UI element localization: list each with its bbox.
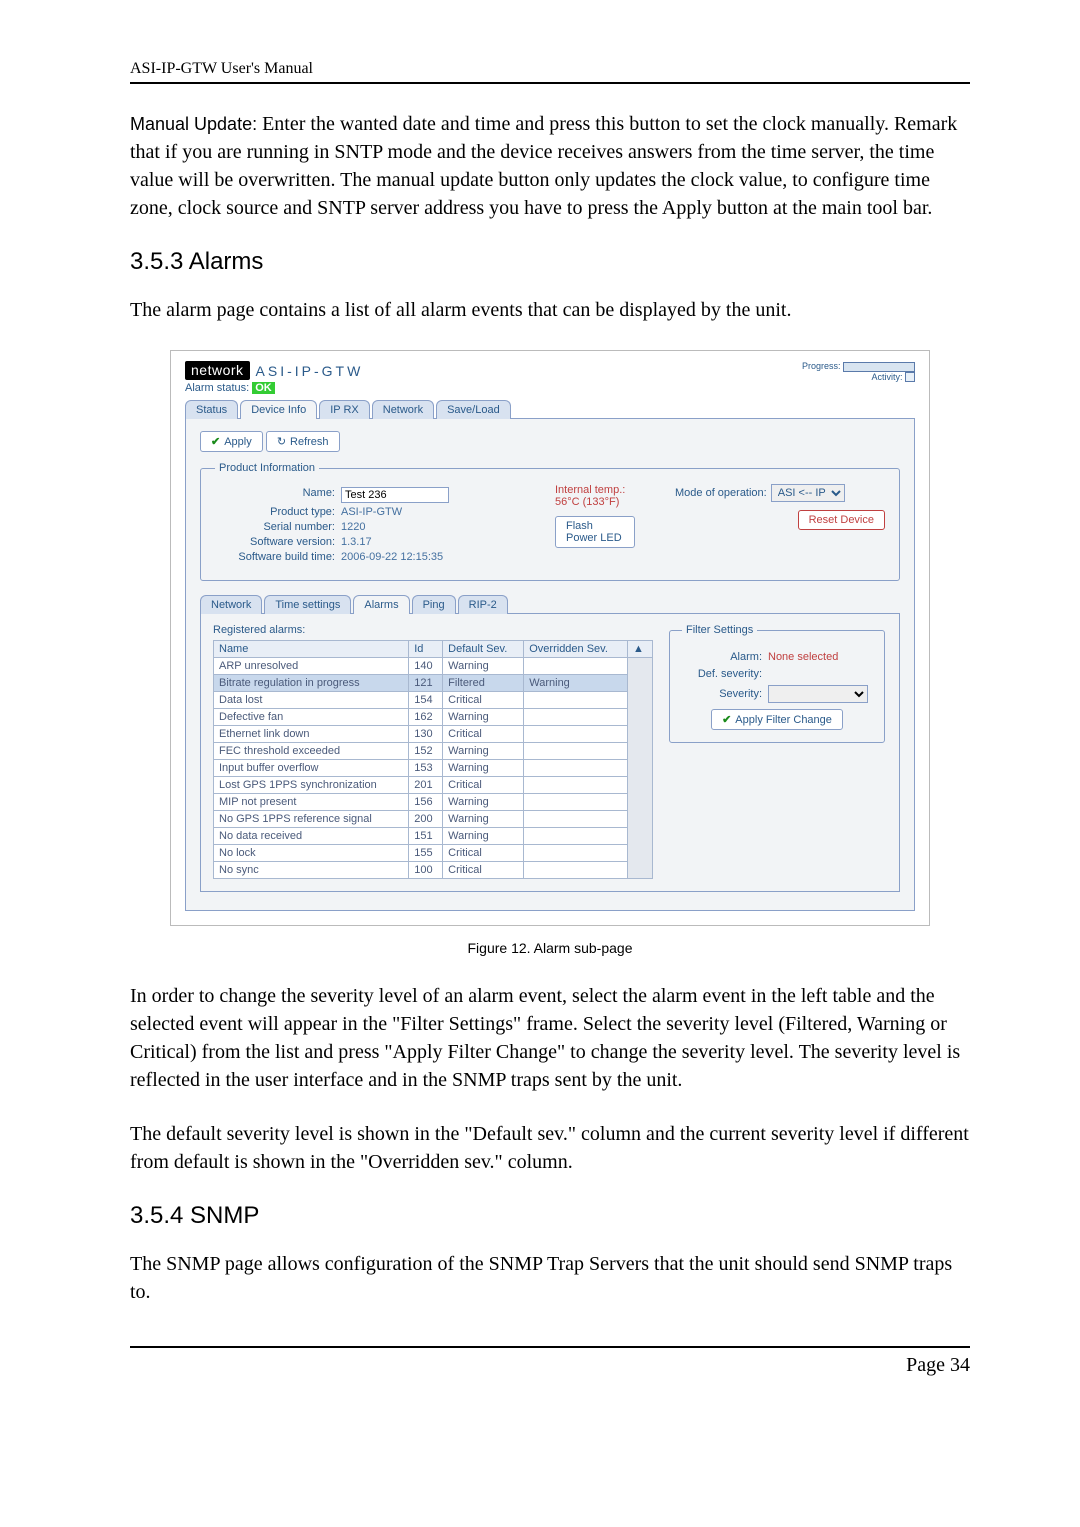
table-row[interactable]: MIP not present156Warning xyxy=(214,794,653,811)
table-row[interactable]: FEC threshold exceeded152Warning xyxy=(214,743,653,760)
internal-temp: Internal temp.: 56°C (133°F) xyxy=(555,484,635,508)
reset-device-button[interactable]: Reset Device xyxy=(798,510,885,530)
alarm-status-label: Alarm status: xyxy=(185,382,249,394)
scrollbar-track[interactable] xyxy=(628,658,653,879)
apply-filter-label: Apply Filter Change xyxy=(735,714,832,726)
apply-check-icon: ✔ xyxy=(211,435,220,448)
th-overridden-sev[interactable]: Overridden Sev. xyxy=(524,641,628,658)
product-info-legend: Product Information xyxy=(215,462,319,474)
activity-label: Activity: xyxy=(871,372,902,382)
product-info-fieldset: Product Information Name: Product type: … xyxy=(200,462,900,581)
tab-save-load[interactable]: Save/Load xyxy=(436,400,511,419)
pinfo-build-label: Software build time: xyxy=(215,551,341,563)
table-row[interactable]: Ethernet link down130Critical xyxy=(214,726,653,743)
inner-tab-panel: Registered alarms: Name Id Default Sev. … xyxy=(200,613,900,892)
scroll-up-icon[interactable]: ▲ xyxy=(628,641,653,658)
section-alarms-heading: 3.5.3 Alarms xyxy=(130,248,970,276)
pinfo-sw-value: 1.3.17 xyxy=(341,536,372,548)
apply-button-label: Apply xyxy=(224,436,252,448)
inner-tab-ping[interactable]: Ping xyxy=(412,595,456,614)
alarm-status-value: OK xyxy=(252,382,275,394)
table-row[interactable]: Data lost154Critical xyxy=(214,692,653,709)
filter-alarm-label: Alarm: xyxy=(682,651,762,663)
app-screenshot: network ASI-IP-GTW Alarm status: OK Prog… xyxy=(170,350,930,926)
filter-alarm-value: None selected xyxy=(768,651,838,663)
alarms-table: Name Id Default Sev. Overridden Sev. ▲ A… xyxy=(213,640,653,879)
th-id[interactable]: Id xyxy=(409,641,443,658)
alarms-intro: The alarm page contains a list of all al… xyxy=(130,296,970,324)
mode-label: Mode of operation: xyxy=(675,487,767,499)
filter-def-sev-label: Def. severity: xyxy=(682,668,762,680)
mode-select[interactable]: ASI <-- IP xyxy=(771,484,845,502)
figure-caption: Figure 12. Alarm sub-page xyxy=(130,940,970,956)
pinfo-build-value: 2006-09-22 12:15:35 xyxy=(341,551,443,563)
manual-update-lead: Manual Update: xyxy=(130,114,257,134)
outer-tab-panel: ✔ Apply ↻ Refresh Product Information Na… xyxy=(185,418,915,911)
manual-update-paragraph: Manual Update: Enter the wanted date and… xyxy=(130,110,970,222)
activity-indicator xyxy=(905,372,915,382)
filter-settings-fieldset: Filter Settings Alarm: None selected Def… xyxy=(669,624,885,743)
th-name[interactable]: Name xyxy=(214,641,409,658)
refresh-button[interactable]: ↻ Refresh xyxy=(266,431,340,452)
registered-alarms-label: Registered alarms: xyxy=(213,624,653,636)
progress-bar xyxy=(843,362,915,372)
snmp-intro: The SNMP page allows configuration of th… xyxy=(130,1250,970,1306)
pinfo-type-value: ASI-IP-GTW xyxy=(341,506,402,518)
apply-button[interactable]: ✔ Apply xyxy=(200,431,263,452)
inner-tab-time-settings[interactable]: Time settings xyxy=(264,595,351,614)
tab-network[interactable]: Network xyxy=(372,400,434,419)
progress-label: Progress: xyxy=(802,361,841,371)
filter-sev-select[interactable] xyxy=(768,685,868,703)
refresh-icon: ↻ xyxy=(277,435,286,448)
para-default-severity: The default severity level is shown in t… xyxy=(130,1120,970,1176)
inner-tab-alarms[interactable]: Alarms xyxy=(353,595,409,614)
pinfo-name-label: Name: xyxy=(215,487,341,503)
pinfo-type-label: Product type: xyxy=(215,506,341,518)
table-row[interactable]: Lost GPS 1PPS synchronization201Critical xyxy=(214,777,653,794)
table-row[interactable]: ARP unresolved140Warning xyxy=(214,658,653,675)
pinfo-serial-value: 1220 xyxy=(341,521,365,533)
inner-tab-rip-2[interactable]: RIP-2 xyxy=(458,595,508,614)
alarm-status: Alarm status: OK xyxy=(185,382,363,394)
filter-sev-label: Severity: xyxy=(682,688,762,700)
th-default-sev[interactable]: Default Sev. xyxy=(443,641,524,658)
page-footer: Page 34 xyxy=(130,1346,970,1377)
filter-settings-legend: Filter Settings xyxy=(682,624,757,636)
app-title: ASI-IP-GTW xyxy=(256,363,364,379)
apply-filter-check-icon: ✔ xyxy=(722,713,731,726)
pinfo-sw-label: Software version: xyxy=(215,536,341,548)
logo: network xyxy=(185,361,250,380)
table-row[interactable]: No GPS 1PPS reference signal200Warning xyxy=(214,811,653,828)
table-row[interactable]: No lock155Critical xyxy=(214,845,653,862)
flash-power-led-button[interactable]: Flash Power LED xyxy=(555,516,635,548)
pinfo-serial-label: Serial number: xyxy=(215,521,341,533)
tab-ip-rx[interactable]: IP RX xyxy=(319,400,370,419)
apply-filter-change-button[interactable]: ✔ Apply Filter Change xyxy=(711,709,843,730)
tab-device-info[interactable]: Device Info xyxy=(240,400,317,419)
inner-tabstrip: Network Time settings Alarms Ping RIP-2 xyxy=(200,595,900,614)
pinfo-name-input[interactable] xyxy=(341,487,449,503)
table-row[interactable]: Input buffer overflow153Warning xyxy=(214,760,653,777)
table-row[interactable]: Defective fan162Warning xyxy=(214,709,653,726)
table-row[interactable]: Bitrate regulation in progress121Filtere… xyxy=(214,675,653,692)
section-snmp-heading: 3.5.4 SNMP xyxy=(130,1202,970,1230)
table-row[interactable]: No data received151Warning xyxy=(214,828,653,845)
inner-tab-network[interactable]: Network xyxy=(200,595,262,614)
table-row[interactable]: No sync100Critical xyxy=(214,862,653,879)
page-header: ASI-IP-GTW User's Manual xyxy=(130,60,970,84)
outer-tabstrip: Status Device Info IP RX Network Save/Lo… xyxy=(185,400,915,419)
para-change-severity: In order to change the severity level of… xyxy=(130,982,970,1094)
tab-status[interactable]: Status xyxy=(185,400,238,419)
refresh-button-label: Refresh xyxy=(290,436,329,448)
